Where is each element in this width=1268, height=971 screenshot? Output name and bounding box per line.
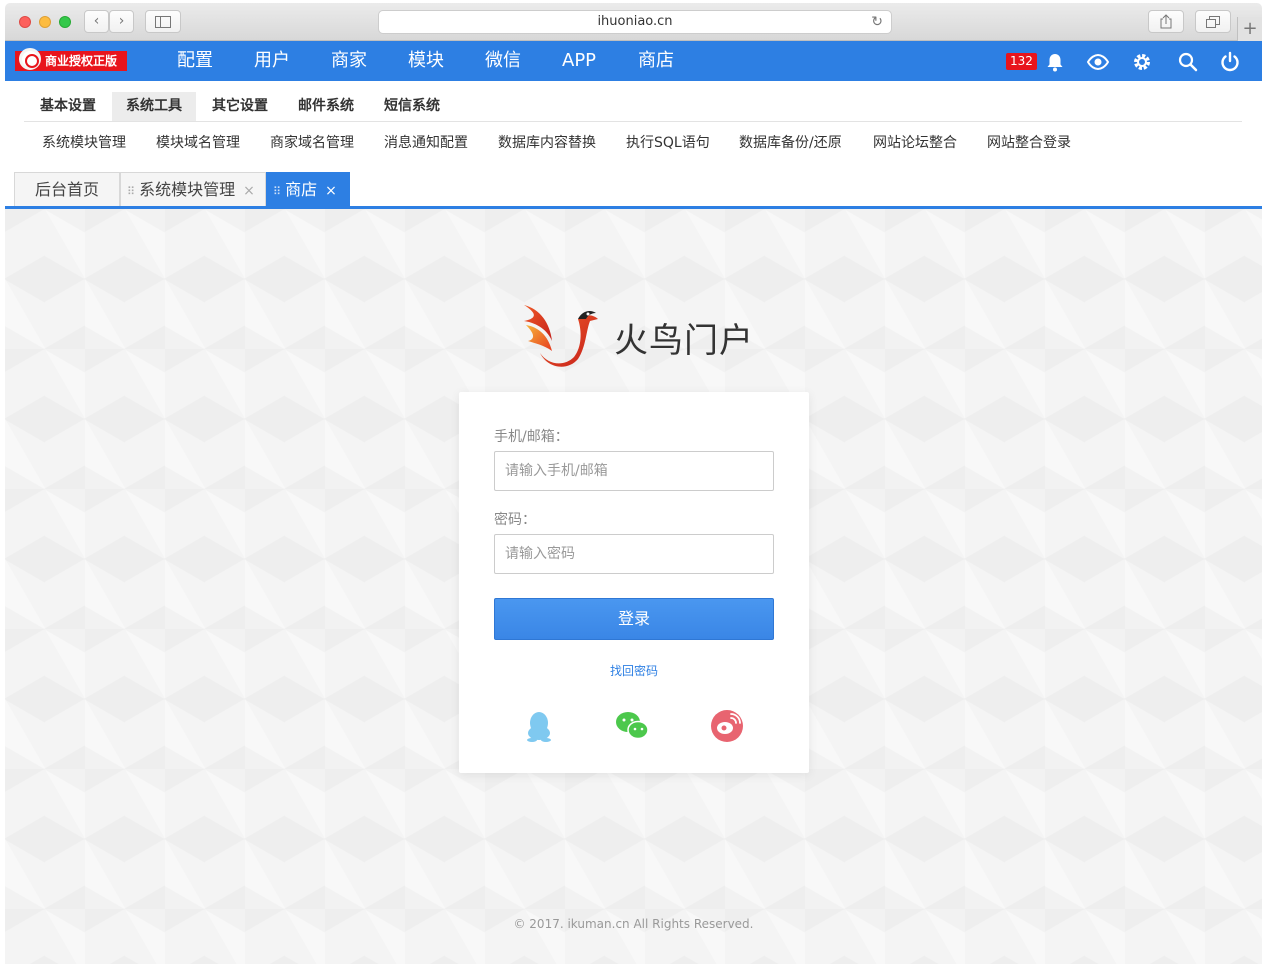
chevron-left-icon: ‹ xyxy=(93,13,100,29)
tab-module-management[interactable]: ⠿ 系统模块管理 × xyxy=(120,172,266,206)
menu-item-login-integration[interactable]: 网站整合登录 xyxy=(987,132,1071,154)
tab-label: 系统模块管理 xyxy=(139,180,236,199)
tab-bar: 后台首页 ⠿ 系统模块管理 × ⠿ 商店 × xyxy=(5,172,1262,209)
copyright-footer: © 2017. ikuman.cn All Rights Reserved. xyxy=(513,917,754,931)
login-card: 手机/邮箱： 密码： 登录 找回密码 xyxy=(459,392,809,773)
plus-icon: + xyxy=(1242,18,1258,39)
back-button[interactable]: ‹ xyxy=(84,10,109,33)
power-icon[interactable] xyxy=(1219,51,1241,73)
nav-item-store[interactable]: 商店 xyxy=(638,41,674,81)
sidebar-button[interactable] xyxy=(145,10,181,33)
tabs-overview-button[interactable] xyxy=(1195,10,1231,33)
tab-store[interactable]: ⠿ 商店 × xyxy=(266,172,350,206)
tabs-icon xyxy=(1206,16,1220,28)
phoenix-logo-icon xyxy=(524,305,598,367)
tab-label: 后台首页 xyxy=(35,180,100,199)
brand-logo: 火鸟门户 xyxy=(520,301,780,373)
subnav-item-other-settings[interactable]: 其它设置 xyxy=(198,92,282,121)
close-icon[interactable]: × xyxy=(325,183,337,199)
new-tab-button[interactable]: + xyxy=(1237,17,1262,41)
top-navigation: 商业授权正版 配置 用户 商家 模块 微信 APP 商店 132 xyxy=(5,41,1262,81)
menu-item-execute-sql[interactable]: 执行SQL语句 xyxy=(626,132,710,154)
nav-item-wechat[interactable]: 微信 xyxy=(485,41,521,81)
sidebar-icon xyxy=(155,16,171,28)
award-icon xyxy=(19,48,41,70)
browser-toolbar: ‹ › ihuoniao.cn ↻ xyxy=(5,3,1262,41)
close-icon[interactable]: × xyxy=(243,183,255,199)
grip-icon: ⠿ xyxy=(127,185,136,198)
nav-item-app[interactable]: APP xyxy=(562,41,596,81)
url-text: ihuoniao.cn xyxy=(597,14,673,29)
qq-icon[interactable] xyxy=(522,709,556,743)
nav-item-config[interactable]: 配置 xyxy=(177,41,213,81)
search-icon[interactable] xyxy=(1177,51,1199,73)
nav-item-modules[interactable]: 模块 xyxy=(408,41,444,81)
notification-count-badge[interactable]: 132 xyxy=(1006,53,1037,70)
weibo-icon[interactable] xyxy=(710,709,744,743)
subnav-item-mail-system[interactable]: 邮件系统 xyxy=(284,92,368,121)
menu-item-notification-config[interactable]: 消息通知配置 xyxy=(384,132,468,154)
grip-icon: ⠿ xyxy=(273,185,282,198)
brand-name: 火鸟门户 xyxy=(614,321,754,361)
secondary-navigation: 基本设置 系统工具 其它设置 邮件系统 短信系统 xyxy=(24,92,1242,122)
share-icon xyxy=(1160,14,1172,29)
minimize-window-button[interactable] xyxy=(39,16,51,28)
eye-icon[interactable] xyxy=(1086,51,1110,73)
address-bar[interactable]: ihuoniao.cn ↻ xyxy=(378,10,892,34)
nav-item-users[interactable]: 用户 xyxy=(254,41,290,81)
subnav-item-system-tools[interactable]: 系统工具 xyxy=(112,92,196,121)
subnav-item-sms-system[interactable]: 短信系统 xyxy=(370,92,454,121)
menu-item-db-replace[interactable]: 数据库内容替换 xyxy=(498,132,596,154)
tab-dashboard[interactable]: 后台首页 xyxy=(14,172,120,206)
menu-item-db-backup[interactable]: 数据库备份/还原 xyxy=(739,132,842,154)
close-window-button[interactable] xyxy=(19,16,31,28)
zoom-window-button[interactable] xyxy=(59,16,71,28)
menu-item-module-domain[interactable]: 模块域名管理 xyxy=(156,132,240,154)
forward-button[interactable]: › xyxy=(109,10,134,33)
gear-icon[interactable] xyxy=(1131,51,1153,73)
share-button[interactable] xyxy=(1148,10,1184,33)
wechat-icon[interactable] xyxy=(615,709,649,743)
password-input[interactable] xyxy=(494,534,774,574)
menu-item-merchant-domain[interactable]: 商家域名管理 xyxy=(270,132,354,154)
store-login-page: 火鸟门户 手机/邮箱： 密码： 登录 找回密码 © 2017. ikuman.c… xyxy=(5,209,1262,964)
nav-item-merchants[interactable]: 商家 xyxy=(331,41,367,81)
license-badge-label: 商业授权正版 xyxy=(45,54,118,68)
account-label: 手机/邮箱： xyxy=(494,429,569,445)
menu-item-forum-integration[interactable]: 网站论坛整合 xyxy=(873,132,957,154)
bell-icon[interactable] xyxy=(1044,51,1066,73)
forgot-password-link[interactable]: 找回密码 xyxy=(459,662,809,679)
tab-label: 商店 xyxy=(285,180,318,199)
license-badge: 商业授权正版 xyxy=(15,48,127,71)
subnav-item-basic-settings[interactable]: 基本设置 xyxy=(26,92,110,121)
menu-item-module-management[interactable]: 系统模块管理 xyxy=(42,132,126,154)
account-input[interactable] xyxy=(494,451,774,491)
chevron-right-icon: › xyxy=(118,13,125,29)
login-button[interactable]: 登录 xyxy=(494,598,774,640)
reload-icon[interactable]: ↻ xyxy=(871,11,883,33)
password-label: 密码： xyxy=(494,512,536,528)
